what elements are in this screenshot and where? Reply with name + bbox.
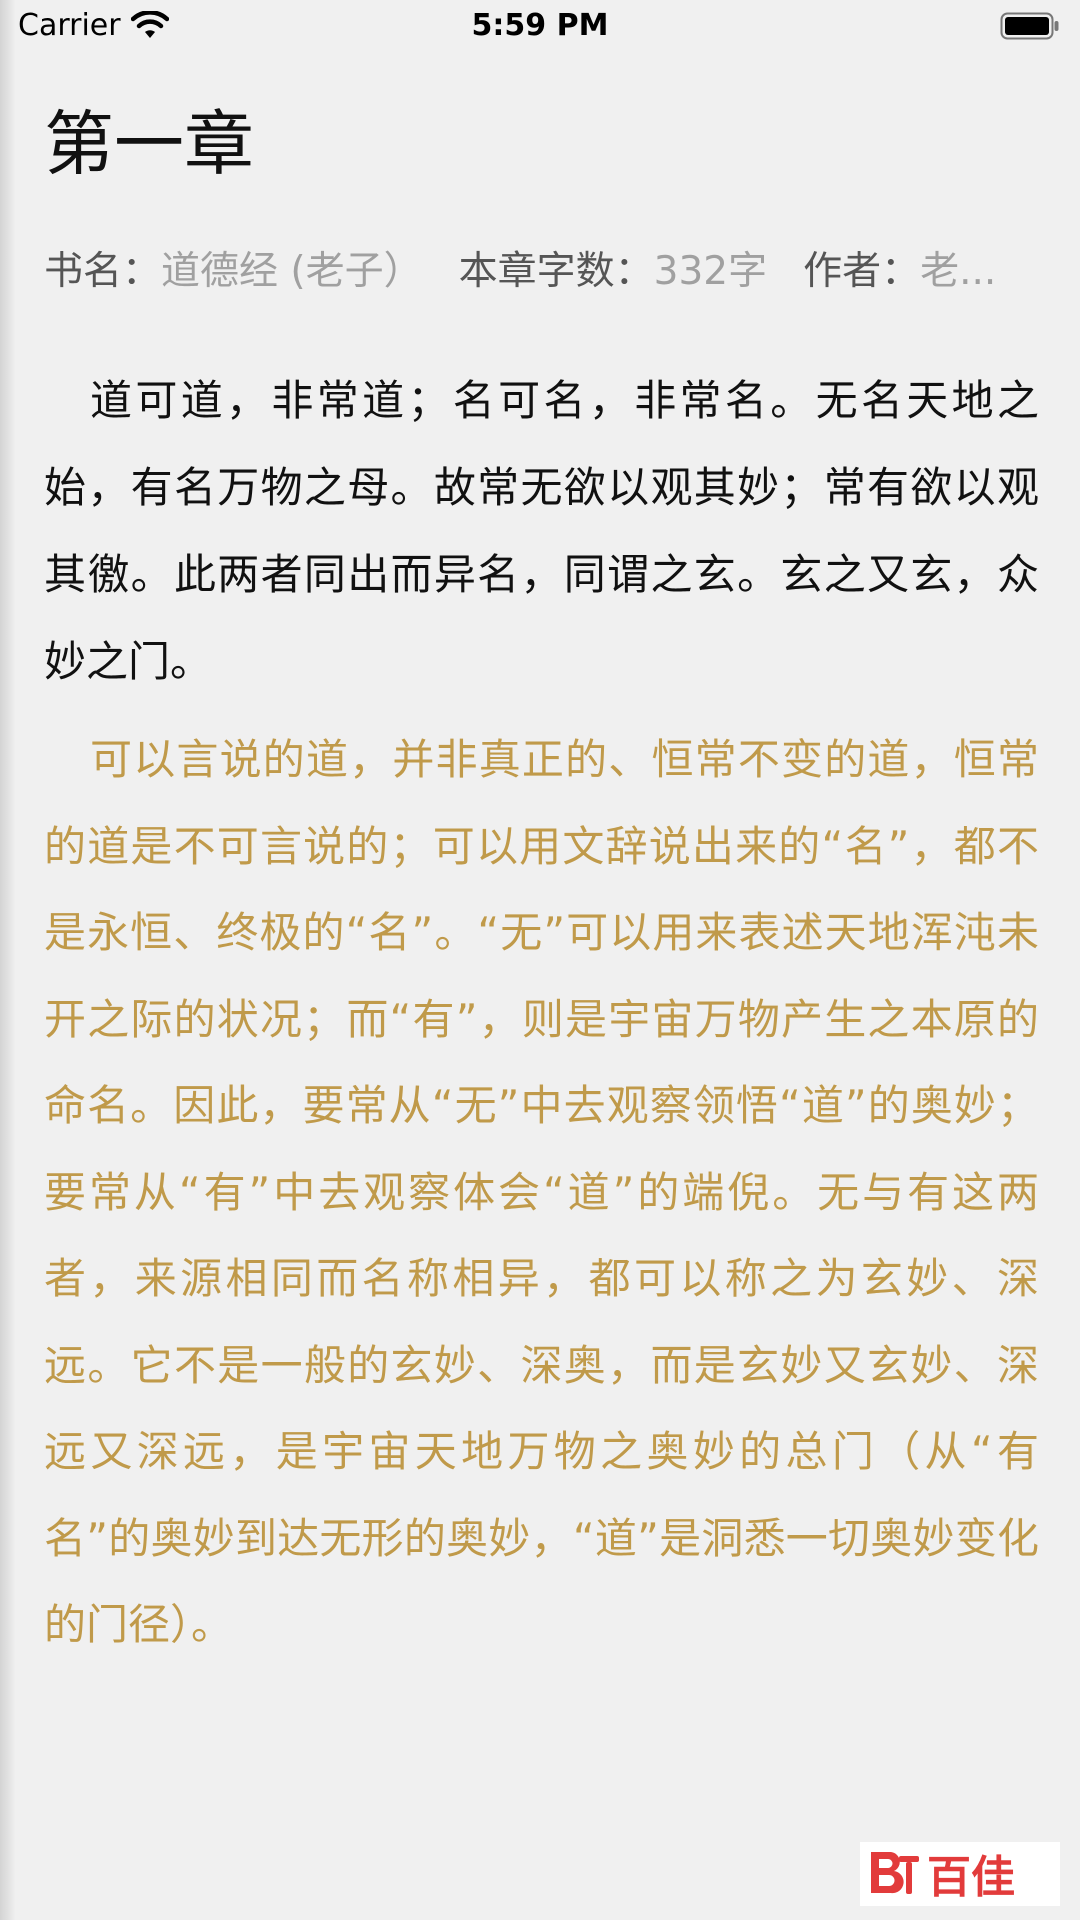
author-value: 老... [920,249,997,294]
word-count-label: 本章字数： [458,249,654,294]
chapter-title: 第一章 [44,103,254,185]
word-count-value: 332字 [653,249,768,294]
translation-paragraph: 可以言说的道，并非真正的、恒常不变的道，恒常的道是不可言说的；可以用文辞说出来的… [44,735,1039,1649]
author-label: 作者： [803,249,921,294]
book-name-value: 道德经 (老子） [161,249,423,294]
battery-icon [1000,12,1059,40]
original-text-paragraph: 道可道，非常道；名可名，非常名。无名天地之始，有名万物之母。故常无欲以观其妙；常… [44,376,1039,686]
chapter-meta: 书名：道德经 (老子） 本章字数：332字 作者：老... [44,246,1039,298]
watermark-logo: 百佳 [860,1842,1060,1906]
book-name-label: 书名： [44,249,162,294]
baijia-logo-icon: 百佳 [871,1852,1015,1902]
status-time: 5:59 PM [471,8,609,43]
logo-text: 百佳 [927,1852,1015,1902]
page-edge-shadow [0,0,16,1920]
status-bar: Carrier 5:59 PM [0,0,1080,56]
